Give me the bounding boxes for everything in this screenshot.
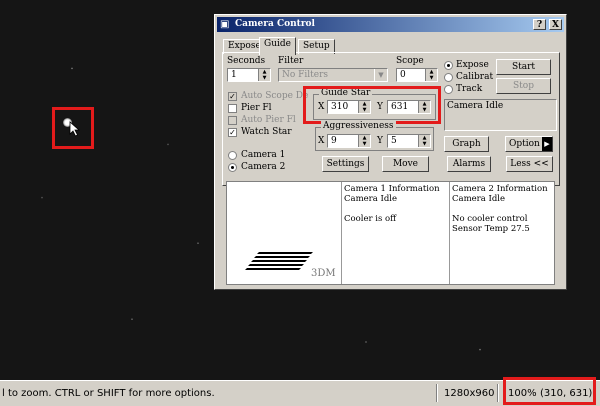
camera1-label: Camera 1 [241,150,286,160]
app-icon: ▣ [220,19,230,30]
move-button[interactable]: Move [382,156,429,172]
camera-info-area: 3DM Camera 1 Information Camera Idle Coo… [226,181,555,285]
star-highlight-box [52,107,94,149]
camera2-info-pane: Camera 2 Information Camera Idle No cool… [450,182,556,284]
camera1-info-line [344,204,447,214]
pier-flip-label: Pier Fl [241,103,272,113]
seconds-value: 1 [231,70,237,80]
camera1-info-pane: Camera 1 Information Camera Idle Cooler … [342,182,450,284]
aggressiveness-title: Aggressiveness [321,121,396,131]
camera2-label: Camera 2 [241,162,286,172]
start-button[interactable]: Start [496,59,551,75]
chevron-down-icon[interactable]: ▼ [374,69,387,81]
camera-status-text: Camera Idle [447,101,504,111]
seconds-input[interactable]: 1 ▲ ▼ [227,68,271,82]
auto-pier-flip-checkbox[interactable] [228,116,237,125]
aggr-x-spinner[interactable]: ▲ ▼ [358,135,370,147]
status-coords-highlight-box [503,377,596,405]
graphic-pane: 3DM [227,182,342,284]
stop-button[interactable]: Stop [496,78,551,94]
pier-flip-checkbox[interactable] [228,104,237,113]
aggr-x-input[interactable]: 9 ▲ ▼ [327,134,371,148]
aggr-y-value: 5 [391,136,397,146]
camera2-info-line [452,204,554,214]
camera1-radio[interactable] [228,151,237,160]
camera1-info-line: Cooler is off [344,214,397,224]
help-button[interactable]: ? [533,19,546,30]
mode-calibrate-label: Calibrat [456,72,494,82]
aggr-y-input[interactable]: 5 ▲ ▼ [387,134,431,148]
arrow-right-icon: ▶ [542,137,552,151]
window-titlebar[interactable]: ▣ Camera Control ? X [217,17,564,32]
status-separator [497,384,499,402]
camera1-info-line: Camera Idle [344,194,398,204]
aggr-x-label: X [318,136,325,146]
camera-status-box: Camera Idle [444,99,557,131]
mode-track-label: Track [456,84,483,94]
aggr-y-spinner[interactable]: ▲ ▼ [418,135,430,147]
tab-guide[interactable]: Guide [259,37,296,55]
less-button[interactable]: Less << [506,156,553,172]
aggr-x-value: 9 [331,136,337,146]
alarms-button[interactable]: Alarms [447,156,491,172]
scope-input[interactable]: 0 ▲ ▼ [396,68,438,82]
seconds-label: Seconds [227,56,266,66]
filter-label: Filter [278,56,304,66]
mode-expose-radio[interactable] [444,61,453,70]
auto-scope-label: Auto Scope De [241,91,309,101]
scope-spinner[interactable]: ▲ ▼ [425,69,437,81]
close-button[interactable]: X [549,19,562,30]
mode-expose-label: Expose [456,60,489,70]
camera2-info-line: Camera Idle [452,194,506,204]
auto-pier-flip-label: Auto Pier Fl [241,115,296,125]
filter-dropdown[interactable]: No Filters ▼ [278,68,388,82]
camera2-radio[interactable] [228,163,237,172]
status-resolution: 1280x960 [444,388,495,399]
status-hint: l to zoom. CTRL or SHIFT for more option… [2,388,215,399]
camera2-info-line: No cooler control [452,214,528,224]
scope-value: 0 [400,70,406,80]
window-title: Camera Control [235,19,315,29]
watch-star-label: Watch Star [241,127,292,137]
mode-track-radio[interactable] [444,85,453,94]
logo-stripes [245,252,313,270]
graphic-text: 3DM [311,268,336,279]
mode-calibrate-radio[interactable] [444,73,453,82]
filter-value: No Filters [282,70,329,80]
options-button[interactable]: Option ▶ [505,136,553,152]
auto-scope-checkbox[interactable]: ✓ [228,92,237,101]
watch-star-checkbox[interactable]: ✓ [228,128,237,137]
settings-button[interactable]: Settings [322,156,369,172]
camera2-info-line: Sensor Temp 27.5 [452,224,530,234]
camera-control-window: ▣ Camera Control ? X Expose Guide Setup … [214,14,567,290]
guide-star-highlight-box [303,86,441,124]
scope-label: Scope [396,56,424,66]
status-separator [436,384,438,402]
camera2-info-line: Camera 2 Information [452,184,548,194]
graph-button[interactable]: Graph [444,136,489,152]
camera1-info-line: Camera 1 Information [344,184,440,194]
options-label: Option [509,139,540,149]
aggr-y-label: Y [377,136,383,146]
seconds-spinner[interactable]: ▲ ▼ [258,69,270,81]
